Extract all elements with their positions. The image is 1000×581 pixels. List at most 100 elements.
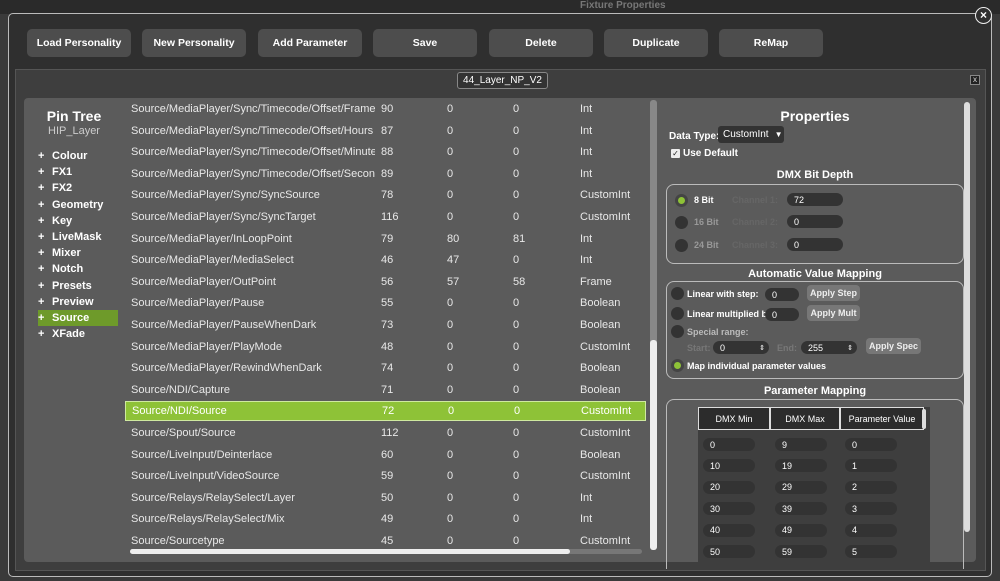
apply-mult-button[interactable]: Apply Mult [807,305,860,321]
table-vertical-scroll-thumb[interactable] [650,340,657,550]
table-horizontal-scroll-thumb[interactable] [130,549,570,554]
use-default-checkbox[interactable]: ✓ [671,149,680,158]
table-row[interactable]: Source/MediaPlayer/OutPoint 56 57 58 Frame [125,272,646,292]
table-row[interactable]: Source/NDI/Source 72 0 0 CustomInt [125,401,646,422]
table-row[interactable]: Source/MediaPlayer/Sync/Timecode/Offset/… [125,164,646,184]
mapping-dmx-min-input[interactable]: 10 [703,459,755,473]
expand-icon[interactable]: + [38,199,48,211]
mapping-value-input[interactable]: 4 [845,523,897,537]
window-close-icon[interactable]: x [970,75,980,85]
table-row[interactable]: Source/MediaPlayer/PauseWhenDark 73 0 0 Bool… [125,315,646,335]
data-type-value: CustomInt [723,129,769,140]
pin-tree-item-mixer[interactable]: + Mixer [38,245,118,261]
pin-tree-item-xfade[interactable]: + XFade [38,326,118,342]
remap-button[interactable]: ReMap [719,29,823,57]
expand-icon[interactable]: + [38,296,48,308]
mapping-dmx-max-input[interactable]: 29 [775,480,827,494]
pin-tree-item-colour[interactable]: + Colour [38,148,118,164]
mapping-value-input[interactable]: 3 [845,502,897,516]
table-row[interactable]: Source/NDI/Capture 71 0 0 Boolean [125,380,646,400]
expand-icon[interactable]: + [38,328,48,340]
properties-scrollbar[interactable] [964,102,970,532]
table-row[interactable]: Source/MediaPlayer/Sync/Timecode/Offset/… [125,142,646,162]
table-row[interactable]: Source/Relays/RelaySelect/Layer 50 0 0 Int [125,488,646,508]
table-row[interactable]: Source/LiveInput/Deinterlace 60 0 0 Boolean [125,445,646,465]
mapping-value-input[interactable]: 1 [845,459,897,473]
mapping-dmx-min-input[interactable]: 20 [703,480,755,494]
map-individual-radio[interactable] [671,359,684,372]
mapping-value-input[interactable]: 2 [845,480,897,494]
mapping-dmx-min-input[interactable]: 30 [703,502,755,516]
table-row[interactable]: Source/MediaPlayer/Sync/Timecode/Offset/… [125,99,646,119]
pin-tree-item-geometry[interactable]: + Geometry [38,197,118,213]
pin-tree-item-livemask[interactable]: + LiveMask [38,229,118,245]
duplicate-button[interactable]: Duplicate [604,29,708,57]
special-range-radio[interactable] [671,325,684,338]
expand-icon[interactable]: + [38,280,48,292]
expand-icon[interactable]: + [38,231,48,243]
channel-cell: 72 [382,405,395,418]
pin-tree-item-source[interactable]: + Source [38,309,118,327]
pin-tree-item-fx2[interactable]: + FX2 [38,180,118,196]
table-row[interactable]: Source/MediaPlayer/RewindWhenDark 74 0 0 Boo… [125,358,646,378]
table-row[interactable]: Source/MediaPlayer/Sync/Timecode/Offset/… [125,121,646,141]
mapping-scroll-thumb[interactable] [922,409,926,429]
end-input[interactable]: 255 ⇕ [801,341,857,354]
mapping-dmx-min-input[interactable]: 50 [703,545,755,558]
table-row[interactable]: Source/Sourcetype 45 0 0 CustomInt [125,531,646,551]
table-row[interactable]: Source/MediaPlayer/Sync/SyncTarget 116 0 0 C… [125,207,646,227]
table-row[interactable]: Source/LiveInput/VideoSource 59 0 0 CustomIn… [125,466,646,486]
linear-mult-input[interactable]: 0 [765,308,799,321]
pin-tree-item-notch[interactable]: + Notch [38,261,118,277]
mapping-dmx-min-input[interactable]: 40 [703,523,755,537]
new-personality-button[interactable]: New Personality [142,29,246,57]
table-row[interactable]: Source/MediaPlayer/Sync/SyncSource 78 0 0 Cu… [125,185,646,205]
linear-mult-radio[interactable] [671,307,684,320]
save-button[interactable]: Save [373,29,477,57]
data-type-select[interactable]: CustomInt ▼ [718,126,784,143]
pin-tree-item-key[interactable]: + Key [38,213,118,229]
channel3-input[interactable]: 0 [787,238,843,251]
add-parameter-button[interactable]: Add Parameter [258,29,362,57]
stepper-icon[interactable]: ⇕ [759,344,765,352]
expand-icon[interactable]: + [38,247,48,259]
stepper-icon[interactable]: ⇕ [847,344,853,352]
mapping-value-input[interactable]: 5 [845,545,897,558]
expand-icon[interactable]: + [38,263,48,275]
apply-step-button[interactable]: Apply Step [807,285,860,301]
table-row[interactable]: Source/Relays/RelaySelect/Mix 49 0 0 Int [125,509,646,529]
expand-icon[interactable]: + [38,312,48,324]
load-personality-button[interactable]: Load Personality [27,29,131,57]
channel1-input[interactable]: 72 [787,193,843,206]
table-row[interactable]: Source/MediaPlayer/PlayMode 48 0 0 CustomInt [125,337,646,357]
table-row[interactable]: Source/MediaPlayer/MediaSelect 46 47 0 Int [125,250,646,270]
apply-spec-button[interactable]: Apply Spec [866,338,921,354]
table-row[interactable]: Source/MediaPlayer/InLoopPoint 79 80 81 Int [125,229,646,249]
expand-icon[interactable]: + [38,182,48,194]
mapping-dmx-max-input[interactable]: 19 [775,459,827,473]
close-icon[interactable]: × [975,7,992,24]
bit8-radio[interactable] [675,194,688,207]
bit16-radio[interactable] [675,216,688,229]
expand-icon[interactable]: + [38,166,48,178]
table-row[interactable]: Source/Spout/Source 112 0 0 CustomInt [125,423,646,443]
mapping-dmx-max-input[interactable]: 59 [775,545,827,558]
start-input[interactable]: 0 ⇕ [713,341,769,354]
mapping-dmx-max-input[interactable]: 39 [775,502,827,516]
pin-tree-item-preview[interactable]: + Preview [38,294,118,310]
pin-tree-item-presets[interactable]: + Presets [38,278,118,294]
mapping-dmx-max-input[interactable]: 49 [775,523,827,537]
expand-icon[interactable]: + [38,150,48,162]
mapping-dmx-max-input[interactable]: 9 [775,438,827,451]
channel2-input[interactable]: 0 [787,215,843,228]
delete-button[interactable]: Delete [489,29,593,57]
mapping-value-input[interactable]: 0 [845,438,897,451]
bit24-radio[interactable] [675,239,688,252]
mapping-dmx-min-input[interactable]: 0 [703,438,755,451]
linear-step-radio[interactable] [671,287,684,300]
channel3-cell: 0 [513,254,520,267]
pin-tree-item-fx1[interactable]: + FX1 [38,164,118,180]
expand-icon[interactable]: + [38,215,48,227]
table-row[interactable]: Source/MediaPlayer/Pause 55 0 0 Boolean [125,293,646,313]
linear-step-input[interactable]: 0 [765,288,799,301]
